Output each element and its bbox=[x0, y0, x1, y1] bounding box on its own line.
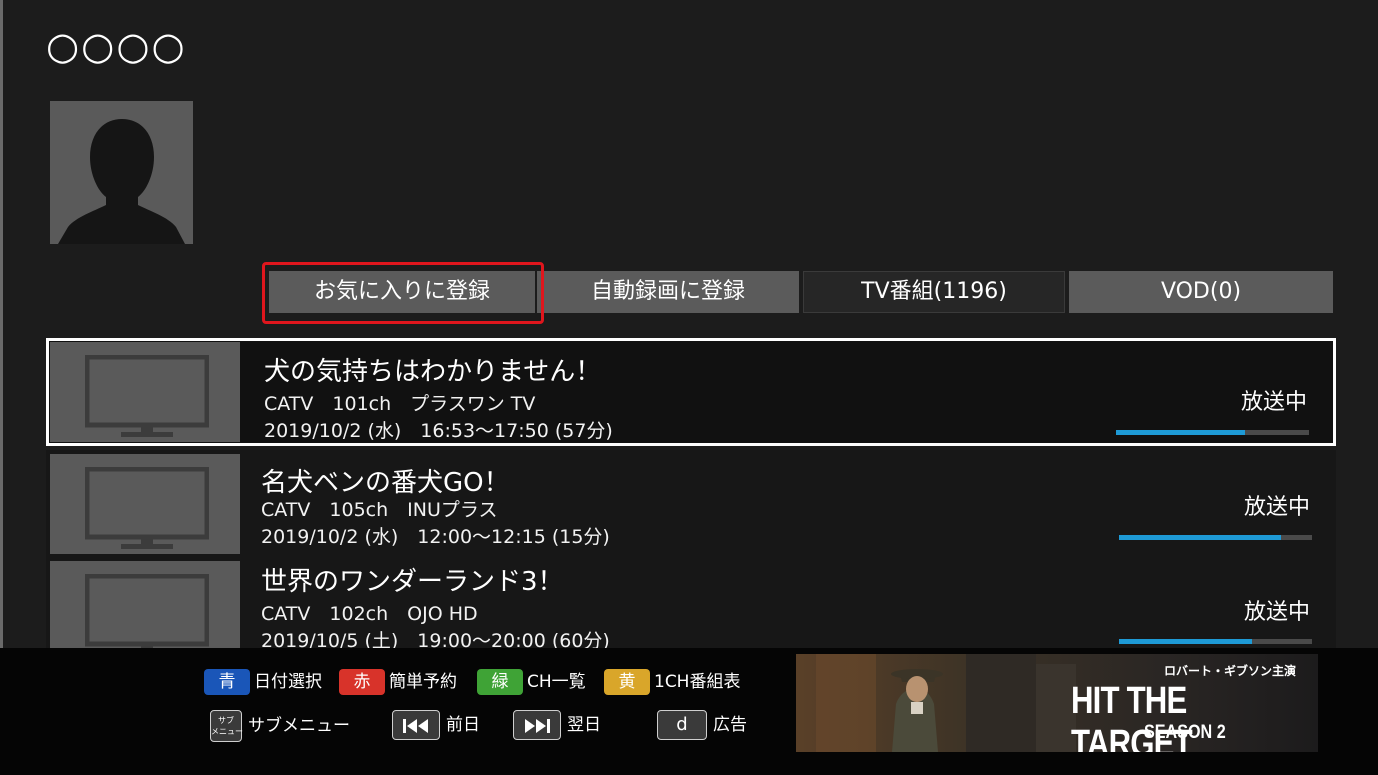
sub-menu-hint[interactable]: サブ メニュー サブメニュー bbox=[210, 710, 350, 742]
red-key-label: 簡単予約 bbox=[389, 672, 457, 692]
on-air-status: 放送中 bbox=[1243, 600, 1310, 625]
next-day-label: 翌日 bbox=[567, 715, 601, 735]
person-avatar bbox=[50, 101, 193, 244]
progress-fill bbox=[1116, 430, 1246, 435]
program-row[interactable]: 名犬ベンの番犬GO！ CATV 105ch INUプラス 2019/10/2 (… bbox=[46, 450, 1336, 558]
red-key-hint[interactable]: 赤簡単予約 bbox=[339, 668, 457, 696]
blue-key-badge: 青 bbox=[204, 669, 250, 695]
tab-tv-programs[interactable]: TV番組(1196) bbox=[803, 271, 1065, 313]
green-key-badge: 緑 bbox=[477, 669, 523, 695]
sub-menu-keycap: サブ メニュー bbox=[210, 710, 243, 742]
d-key-hint[interactable]: d 広告 bbox=[657, 710, 747, 740]
tab-auto-record[interactable]: 自動録画に登録 bbox=[537, 271, 799, 313]
tv-icon bbox=[85, 574, 209, 648]
progress-bar bbox=[1119, 535, 1312, 540]
program-time: 2019/10/5 (土) 19:00～20:00 (60分) bbox=[261, 630, 610, 648]
on-air-status: 放送中 bbox=[1243, 495, 1310, 520]
program-thumbnail bbox=[50, 342, 240, 442]
blue-key-hint[interactable]: 青日付選択 bbox=[204, 668, 322, 696]
person-silhouette-icon bbox=[50, 101, 193, 244]
progress-fill bbox=[1119, 535, 1282, 540]
tv-icon bbox=[85, 467, 209, 549]
focus-highlight bbox=[262, 262, 544, 324]
tab-vod[interactable]: VOD(0) bbox=[1069, 271, 1333, 313]
program-list: 犬の気持ちはわかりません！ CATV 101ch プラスワン TV 2019/1… bbox=[46, 338, 1336, 648]
ad-season: SEASON 2 bbox=[1144, 722, 1226, 743]
program-row[interactable]: 犬の気持ちはわかりません！ CATV 101ch プラスワン TV 2019/1… bbox=[46, 338, 1336, 446]
program-title: 犬の気持ちはわかりません！ bbox=[264, 357, 602, 387]
tv-guide-screen: ○○○○ お気に入りに登録 自動録画に登録 TV番組(1196) VOD(0) … bbox=[0, 0, 1378, 775]
prev-day-hint[interactable]: 前日 bbox=[392, 710, 480, 740]
ad-top-text: ロバート・ギブソン主演 bbox=[1164, 664, 1297, 678]
progress-bar bbox=[1119, 639, 1312, 644]
left-edge-divider bbox=[0, 0, 3, 648]
program-title: 世界のワンダーランド3！ bbox=[261, 567, 564, 597]
program-channel: CATV 102ch OJO HD bbox=[261, 603, 478, 625]
progress-bar bbox=[1116, 430, 1309, 435]
yellow-key-badge: 黄 bbox=[604, 669, 650, 695]
d-key-label: 広告 bbox=[713, 715, 747, 735]
program-row[interactable]: 世界のワンダーランド3！ CATV 102ch OJO HD 2019/10/5… bbox=[46, 557, 1336, 648]
yellow-key-hint[interactable]: 黄 1CH番組表 bbox=[604, 668, 740, 696]
next-day-hint[interactable]: 翌日 bbox=[513, 710, 601, 740]
program-time: 2019/10/2 (水) 12:00～12:15 (15分) bbox=[261, 526, 610, 548]
prev-day-label: 前日 bbox=[446, 715, 480, 735]
green-key-hint[interactable]: 緑 CH一覧 bbox=[477, 668, 586, 696]
progress-fill bbox=[1119, 639, 1253, 644]
program-time: 2019/10/2 (水) 16:53～17:50 (57分) bbox=[264, 420, 613, 442]
yellow-key-label: 1CH番組表 bbox=[654, 672, 741, 692]
on-air-status: 放送中 bbox=[1240, 390, 1307, 415]
red-key-badge: 赤 bbox=[339, 669, 385, 695]
skip-forward-icon bbox=[513, 710, 561, 740]
footer-bar: 青日付選択 赤簡単予約 緑 CH一覧 黄 1CH番組表 サブ メニュー サブメニュー … bbox=[0, 648, 1378, 775]
green-key-label: CH一覧 bbox=[527, 672, 586, 692]
ad-banner[interactable]: ロバート・ギブソン主演 HIT THE TARGET SEASON 2 bbox=[796, 654, 1318, 752]
tv-icon bbox=[85, 355, 209, 437]
program-channel: CATV 105ch INUプラス bbox=[261, 499, 498, 521]
blue-key-label: 日付選択 bbox=[254, 672, 322, 692]
tab-bar: お気に入りに登録 自動録画に登録 TV番組(1196) VOD(0) bbox=[0, 271, 1378, 313]
program-thumbnail bbox=[50, 561, 240, 648]
sub-menu-label: サブメニュー bbox=[248, 716, 350, 736]
program-thumbnail bbox=[50, 454, 240, 554]
skip-back-icon bbox=[392, 710, 440, 740]
d-keycap: d bbox=[657, 710, 707, 740]
program-title: 名犬ベンの番犬GO！ bbox=[261, 468, 510, 498]
program-channel: CATV 101ch プラスワン TV bbox=[264, 393, 536, 415]
page-title: ○○○○ bbox=[46, 24, 187, 68]
